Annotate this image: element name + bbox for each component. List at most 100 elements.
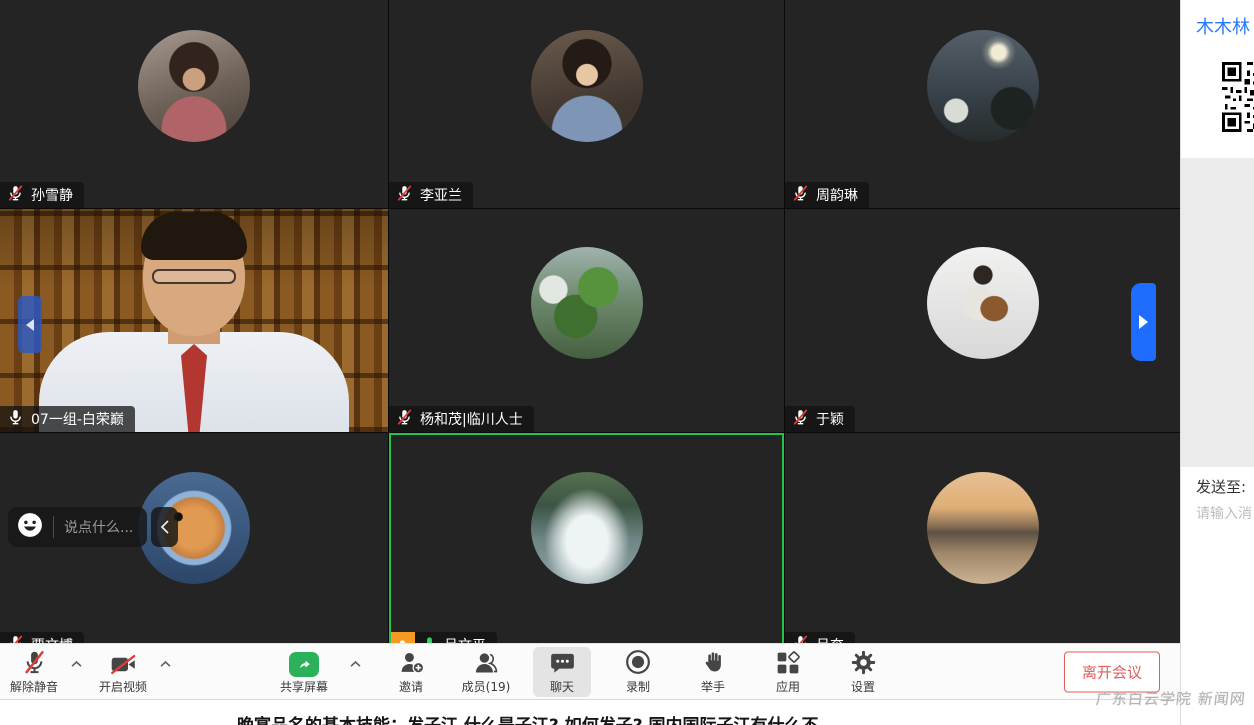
settings-gear-icon	[851, 649, 876, 675]
avatar	[138, 30, 250, 142]
participant-name: 李亚兰	[420, 185, 462, 205]
name-pill: 贾文博	[0, 632, 84, 643]
members-icon	[474, 649, 499, 675]
video-tile-5[interactable]: 杨和茂|临川人士	[389, 209, 784, 432]
invite-icon	[399, 649, 424, 675]
mic-options-chevron[interactable]	[70, 660, 83, 668]
share-screen-label: 共享屏幕	[280, 678, 328, 695]
settings-button[interactable]: 设置	[835, 644, 891, 699]
video-tile-8-active-speaker[interactable]: 吕文平	[389, 433, 784, 643]
video-tile-1[interactable]: 孙雪静	[0, 0, 388, 208]
chat-message-input[interactable]	[1196, 506, 1254, 522]
participant-name: 07一组-白荣巅	[31, 409, 124, 429]
mic-muted-icon	[23, 649, 46, 675]
chevron-left-icon	[26, 319, 34, 331]
participant-name: 于颖	[816, 409, 844, 429]
participant-name: 贾文博	[31, 635, 73, 643]
quick-chat-input[interactable]: 说点什么...	[8, 507, 147, 547]
unmute-button[interactable]: 解除静音	[6, 644, 62, 699]
participant-name: 吕文平	[444, 635, 486, 643]
qr-code	[1222, 62, 1254, 134]
share-screen-icon	[291, 649, 317, 675]
prev-page-paddle[interactable]	[18, 296, 42, 353]
leave-meeting-button[interactable]: 离开会议	[1064, 651, 1160, 692]
name-pill: 07一组-白荣巅	[0, 406, 135, 432]
invite-button[interactable]: 邀请	[383, 644, 439, 699]
raise-hand-label: 举手	[701, 678, 725, 695]
mic-muted-icon	[396, 185, 413, 206]
video-tile-4[interactable]: 07一组-白荣巅	[0, 209, 388, 432]
avatar	[927, 247, 1039, 359]
mic-muted-icon	[7, 185, 24, 206]
next-page-paddle[interactable]	[1131, 283, 1156, 361]
mic-speaking-icon	[422, 636, 437, 644]
chevron-right-icon	[1139, 315, 1148, 329]
mic-muted-icon	[792, 635, 809, 644]
name-pill: 吕奔	[785, 632, 855, 643]
mic-muted-icon	[7, 635, 24, 644]
share-screen-button[interactable]: 共享屏幕	[276, 644, 332, 699]
name-pill: 杨和茂|临川人士	[389, 406, 534, 432]
mic-muted-icon	[792, 409, 809, 430]
video-tile-9[interactable]: 吕奔	[785, 433, 1180, 643]
caption-text: 晚宴品名的基本技能：发子江 什么是子江? 如何发子? 国内国际子江有什么不	[237, 711, 818, 725]
speaker-hair	[141, 212, 247, 260]
collapse-chat-button[interactable]	[151, 507, 178, 547]
send-to-label: 发送至:	[1196, 476, 1246, 497]
name-pill: 于颖	[785, 406, 855, 432]
video-tile-3[interactable]: 周韵琳	[785, 0, 1180, 208]
record-label: 录制	[626, 678, 650, 695]
chat-button[interactable]: 聊天	[533, 647, 591, 697]
mic-muted-icon	[792, 185, 809, 206]
name-pill: 李亚兰	[389, 182, 473, 208]
divider	[53, 516, 54, 538]
meeting-stage: 孙雪静 李亚兰 周韵琳 07一	[0, 0, 1180, 725]
chat-username: 木木林	[1181, 0, 1254, 39]
record-icon	[625, 649, 651, 675]
chat-label: 聊天	[550, 678, 574, 695]
avatar	[531, 30, 643, 142]
members-button[interactable]: 成员(19)	[458, 644, 514, 699]
quick-chat-bar: 说点什么...	[8, 507, 178, 547]
unmute-label: 解除静音	[10, 678, 58, 695]
raise-hand-icon	[701, 649, 726, 675]
video-tile-6[interactable]: 于颖	[785, 209, 1180, 432]
apps-label: 应用	[776, 678, 800, 695]
name-pill: 吕文平	[389, 632, 497, 643]
mic-on-icon	[7, 409, 24, 430]
video-tile-2[interactable]: 李亚兰	[389, 0, 784, 208]
members-label: 成员(19)	[462, 678, 511, 695]
start-video-label: 开启视频	[99, 678, 147, 695]
chat-message-area	[1181, 158, 1254, 467]
chat-icon	[550, 649, 575, 675]
name-pill: 周韵琳	[785, 182, 869, 208]
avatar	[927, 472, 1039, 584]
name-pill: 孙雪静	[0, 182, 84, 208]
participant-name: 孙雪静	[31, 185, 73, 205]
host-badge-icon	[389, 632, 415, 643]
watermark-text: 广东白云学院 新闻网	[1095, 688, 1247, 709]
mic-muted-icon	[396, 409, 413, 430]
video-options-chevron[interactable]	[159, 660, 172, 668]
avatar	[531, 247, 643, 359]
chat-sidebar: 木木林 发送至:	[1180, 0, 1254, 725]
camera-off-icon	[110, 649, 137, 675]
apps-icon	[776, 649, 800, 675]
share-options-chevron[interactable]	[349, 660, 362, 668]
apps-button[interactable]: 应用	[760, 644, 816, 699]
speaker-glasses	[152, 269, 236, 284]
participant-name: 周韵琳	[816, 185, 858, 205]
quick-chat-placeholder: 说点什么...	[64, 517, 133, 537]
invite-label: 邀请	[399, 678, 423, 695]
avatar	[927, 30, 1039, 142]
emoji-icon[interactable]	[17, 512, 43, 542]
participant-name: 吕奔	[816, 635, 844, 643]
meeting-toolbar: 解除静音 开启视频 共享屏幕 邀请	[0, 643, 1180, 700]
raise-hand-button[interactable]: 举手	[685, 644, 741, 699]
start-video-button[interactable]: 开启视频	[95, 644, 151, 699]
record-button[interactable]: 录制	[610, 644, 666, 699]
caption-strip: 晚宴品名的基本技能：发子江 什么是子江? 如何发子? 国内国际子江有什么不	[0, 700, 1254, 725]
avatar	[531, 472, 643, 584]
settings-label: 设置	[851, 678, 875, 695]
participant-name: 杨和茂|临川人士	[420, 409, 523, 429]
